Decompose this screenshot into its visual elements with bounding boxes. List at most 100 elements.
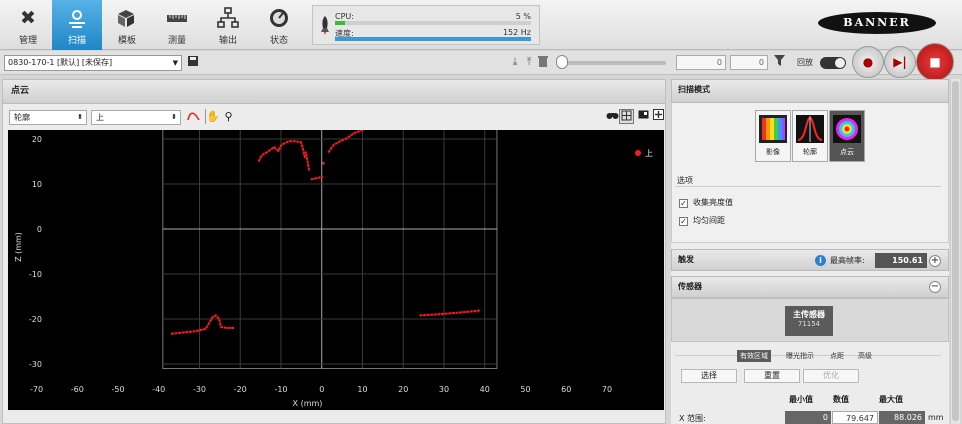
cpu-value: 5 % xyxy=(515,12,531,21)
checkbox-checked-icon[interactable]: ✓ xyxy=(679,199,688,208)
frame-current-field[interactable]: 0 xyxy=(676,55,726,70)
app-window: ✖ 管理 扫描 模板 测量 输出 状态 CPU: 5 % 速度: 152 Hz … xyxy=(0,0,962,424)
nav-label: 测量 xyxy=(167,36,186,46)
pointcloud-plot[interactable]: -70 -60 -50 -40 -30 -20 -10 0 10 20 30 40 50 60 70 20 10… xyxy=(8,130,664,410)
binoculars-icon[interactable] xyxy=(605,109,620,124)
mode-pointcloud-button[interactable]: 点云 xyxy=(829,110,865,162)
pointcloud-mode-icon xyxy=(831,113,863,145)
sensor-header[interactable]: 传感器 xyxy=(671,276,949,298)
cpu-meter: CPU: 5 % xyxy=(335,12,531,25)
playback-label: 回放 xyxy=(797,58,813,67)
right-scrollbar[interactable] xyxy=(950,79,960,424)
sensor-card[interactable]: 主传感器 71154 xyxy=(785,306,833,336)
scan-icon xyxy=(65,6,89,30)
data-profile-segment xyxy=(257,140,306,162)
wrench-icon: ✖ xyxy=(20,7,36,29)
cpu-bar-fill xyxy=(335,21,345,25)
y-tick-label: 0 xyxy=(37,225,42,234)
step-forward-button[interactable]: ▶| xyxy=(884,46,916,78)
network-icon xyxy=(216,6,240,30)
config-select[interactable]: 0830-170-1 [默认] [未保存] ▼ xyxy=(4,55,182,71)
top-toolbar: ✖ 管理 扫描 模板 测量 输出 状态 CPU: 5 % 速度: 152 Hz … xyxy=(0,0,962,50)
y-tick-label: -30 xyxy=(29,360,42,369)
mode-profile-button[interactable]: 轮廓 xyxy=(792,110,828,162)
nav-template-button[interactable]: 模板 xyxy=(102,0,152,50)
x-tick-label: 30 xyxy=(439,385,449,394)
frame-slider-knob[interactable] xyxy=(556,55,568,69)
x-tick-label: -20 xyxy=(234,385,247,394)
tab-point-spacing[interactable]: 点距 xyxy=(827,350,847,362)
download-icon[interactable]: ⤓ xyxy=(508,55,522,69)
speed-bar xyxy=(335,37,531,41)
tab-active-area[interactable]: 有效区域 xyxy=(737,350,771,362)
expand-plus-icon[interactable]: + xyxy=(929,255,941,267)
nav-scan-button[interactable]: 扫描 xyxy=(52,0,102,50)
add-view-icon[interactable] xyxy=(651,109,666,124)
rocket-icon xyxy=(319,15,331,40)
checkbox-checked-icon[interactable]: ✓ xyxy=(679,217,688,226)
data-profile-segment xyxy=(327,130,366,154)
xrange-label: X 范围: xyxy=(679,414,706,423)
xrange-value-field[interactable]: 79.647 xyxy=(832,411,878,424)
scan-mode-header: 扫描模式 xyxy=(671,79,949,103)
xrange-unit: mm xyxy=(928,413,944,422)
cpu-label: CPU: xyxy=(335,12,354,21)
scrollbar-thumb[interactable] xyxy=(952,81,959,421)
nav-output-button[interactable]: 输出 xyxy=(203,0,253,50)
select-button[interactable]: 选择 xyxy=(681,369,737,383)
option-collect-brightness[interactable]: ✓ 收集亮度值 xyxy=(679,197,733,209)
frame-slider[interactable] xyxy=(566,61,666,65)
data-point xyxy=(321,161,325,165)
data-profile-segment xyxy=(304,151,311,171)
curve-tool-icon[interactable] xyxy=(186,109,201,124)
max-header: 最大值 xyxy=(879,395,903,404)
hand-pan-icon[interactable]: ✋ xyxy=(205,109,220,124)
speed-bar-fill xyxy=(335,37,531,41)
direction-select-value: 上 xyxy=(96,113,104,122)
zoom-icon[interactable]: ⚲ xyxy=(221,109,236,124)
nav-manage-button[interactable]: ✖ 管理 xyxy=(3,0,53,50)
collapse-minus-icon[interactable]: − xyxy=(929,281,941,293)
select-arrow-icon: ⬍ xyxy=(171,113,177,121)
screenshot-icon[interactable] xyxy=(636,109,651,124)
option-uniform-spacing[interactable]: ✓ 均匀间距 xyxy=(679,215,725,227)
stop-button[interactable]: ■ xyxy=(916,43,954,81)
record-button[interactable]: ● xyxy=(852,46,884,78)
view-select[interactable]: 轮廓 ⬍ xyxy=(9,110,87,125)
cpu-bar xyxy=(335,21,531,25)
xrange-max-field[interactable]: 88.026 xyxy=(879,411,925,424)
pointcloud-chart: -70 -60 -50 -40 -30 -20 -10 0 10 20 30 40 50 60 70 20 10… xyxy=(14,130,653,408)
optimize-button: 优化 xyxy=(803,369,859,383)
pointcloud-title: 点云 xyxy=(3,80,665,104)
mode-image-button[interactable]: 影像 xyxy=(755,110,791,162)
upload-icon[interactable]: ⤒ xyxy=(522,55,536,69)
info-icon[interactable]: i xyxy=(815,255,826,266)
sensor-card-label: 主传感器 xyxy=(793,310,825,319)
tab-advanced[interactable]: 高级 xyxy=(855,350,875,362)
x-tick-label: -10 xyxy=(274,385,287,394)
settings-panel: 扫描模式 影像 轮廓 点云 选项 ✓ 收集亮度值 ✓ 均匀间距 触发 i 最高帧… xyxy=(671,79,949,424)
filter-icon[interactable] xyxy=(772,55,786,69)
nav-status-button[interactable]: 状态 xyxy=(254,0,304,50)
xrange-min-field[interactable]: 0 xyxy=(785,411,831,424)
banner-logo: BANNER xyxy=(818,12,936,34)
grid-view-icon[interactable] xyxy=(619,109,634,124)
config-select-value: 0830-170-1 [默认] [未保存] xyxy=(8,58,113,67)
max-rate-value: 150.61 xyxy=(875,253,927,268)
save-icon[interactable] xyxy=(186,55,200,69)
nav-measure-button[interactable]: 测量 xyxy=(152,0,202,50)
tab-exposure[interactable]: 曝光指示 xyxy=(783,350,817,362)
min-header: 最小值 xyxy=(789,395,813,404)
option-label: 均匀间距 xyxy=(693,216,725,225)
reset-button[interactable]: 重置 xyxy=(744,369,800,383)
nav-label: 扫描 xyxy=(67,36,86,46)
sensor-title: 传感器 xyxy=(678,282,702,291)
trash-icon[interactable] xyxy=(536,55,550,69)
select-arrow-icon: ⬍ xyxy=(77,113,83,121)
direction-select[interactable]: 上 ⬍ xyxy=(91,110,181,125)
playback-toggle[interactable] xyxy=(820,57,846,69)
x-tick-label: 40 xyxy=(480,385,490,394)
x-tick-label: -60 xyxy=(71,385,84,394)
x-tick-label: 0 xyxy=(319,385,324,394)
legend-marker xyxy=(635,150,641,156)
